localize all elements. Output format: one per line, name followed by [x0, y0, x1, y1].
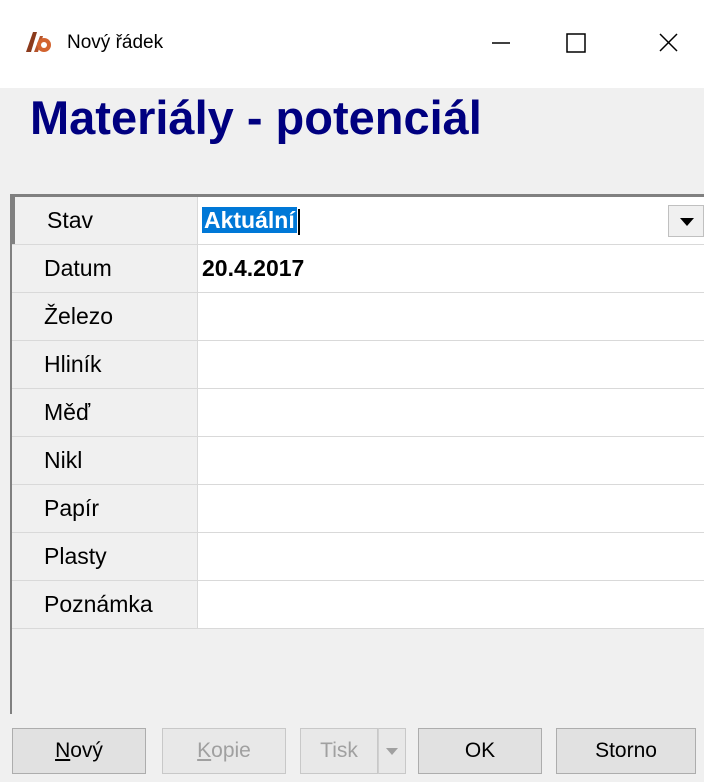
title-bar[interactable]: Nový řádek [0, 0, 704, 88]
text-caret [297, 208, 300, 235]
grid-row-papir: Papír [12, 485, 704, 533]
window-title: Nový řádek [67, 32, 164, 53]
datum-field[interactable]: 20.4.2017 [198, 245, 704, 292]
dropdown-arrow-icon[interactable] [668, 205, 704, 237]
selected-text: Aktuální [202, 207, 297, 233]
close-icon [659, 33, 678, 52]
field-label: Železo [12, 293, 198, 340]
field-label: Poznámka [12, 581, 198, 628]
field-label: Papír [12, 485, 198, 532]
minimize-icon [492, 42, 510, 44]
print-dropdown-arrow-icon[interactable] [378, 728, 406, 774]
grid-row-zelezo: Železo [12, 293, 704, 341]
nikl-field[interactable] [198, 437, 704, 484]
ok-button[interactable]: OK [418, 728, 542, 774]
copy-label: opie [211, 739, 251, 762]
zelezo-field[interactable] [198, 293, 704, 340]
grid-row-plasty: Plasty [12, 533, 704, 581]
hlinik-field[interactable] [198, 341, 704, 388]
plasty-field[interactable] [198, 533, 704, 580]
new-label: ový [70, 739, 103, 762]
grid-row-poznamka: Poznámka [12, 581, 704, 629]
print-button[interactable]: Tisk [300, 728, 378, 774]
field-label: Hliník [12, 341, 198, 388]
field-label: Plasty [12, 533, 198, 580]
form-header: Materiály - potenciál [0, 88, 704, 194]
copy-button[interactable]: Kopie [162, 728, 286, 774]
med-field[interactable] [198, 389, 704, 436]
button-bar: Nový Kopie Tisk OK Storno [0, 714, 704, 782]
maximize-icon [566, 33, 586, 53]
cancel-button[interactable]: Storno [556, 728, 696, 774]
new-button[interactable]: Nový [12, 728, 146, 774]
grid-row-med: Měď [12, 389, 704, 437]
poznamka-field[interactable] [198, 581, 704, 628]
field-label: Měď [12, 389, 198, 436]
new-mnemonic: N [55, 739, 71, 762]
stav-select[interactable]: Aktuální [198, 197, 704, 244]
page-title: Materiály - potenciál [30, 91, 482, 144]
property-grid: Stav Aktuální Datum 20.4.2017 Železo Hli… [10, 194, 704, 714]
close-button[interactable] [636, 20, 704, 66]
papir-field[interactable] [198, 485, 704, 532]
field-label: Nikl [12, 437, 198, 484]
copy-mnemonic: K [197, 739, 212, 762]
grid-row-datum: Datum 20.4.2017 [12, 245, 704, 293]
grid-row-hlinik: Hliník [12, 341, 704, 389]
grid-row-nikl: Nikl [12, 437, 704, 485]
app-logo-icon [26, 32, 51, 52]
minimize-button[interactable] [470, 20, 532, 66]
field-label: Datum [12, 245, 198, 292]
grid-row-stav: Stav Aktuální [12, 197, 704, 245]
maximize-button[interactable] [545, 20, 607, 66]
field-label: Stav [12, 197, 198, 244]
